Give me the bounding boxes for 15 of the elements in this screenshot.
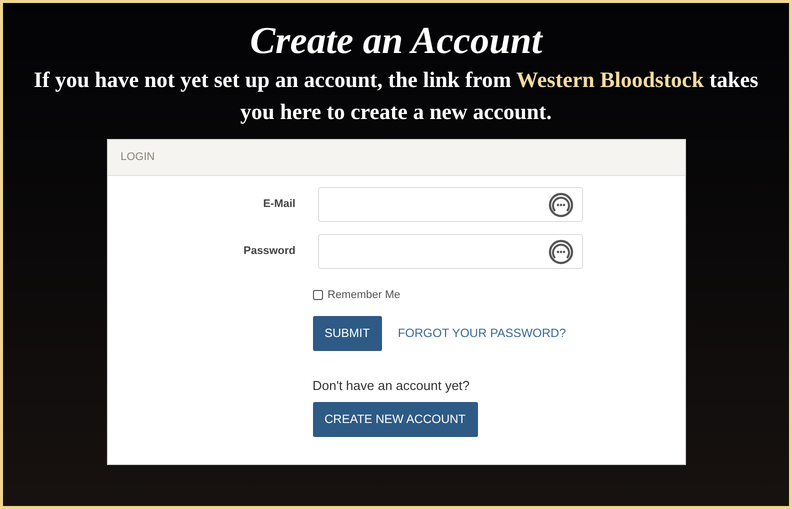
intro-text: If you have not yet set up an account, the link from Western Bloodstock takes you here to create a new account. — [32, 66, 760, 126]
header-title: LOGIN — [120, 150, 155, 166]
chat-bubble-icon[interactable] — [548, 192, 574, 218]
field-label: E-Mail — [262, 197, 296, 212]
forgot-password-link[interactable]: FORGOT YOUR PASSWORD? — [398, 324, 566, 342]
input-field[interactable] — [318, 187, 582, 222]
checkbox[interactable] — [312, 290, 322, 300]
checkbox-label: Remember Me — [328, 288, 400, 303]
signup-prompt: Don't have an account yet? — [312, 378, 471, 394]
input-field[interactable] — [318, 234, 582, 269]
field-label: Password — [242, 244, 296, 260]
page-title: Create an Account — [250, 19, 542, 63]
submit-button[interactable]: SUBMIT — [312, 316, 382, 350]
chat-bubble-icon[interactable] — [548, 238, 574, 264]
create-account-button[interactable]: CREATE NEW ACCOUNT — [312, 402, 478, 436]
